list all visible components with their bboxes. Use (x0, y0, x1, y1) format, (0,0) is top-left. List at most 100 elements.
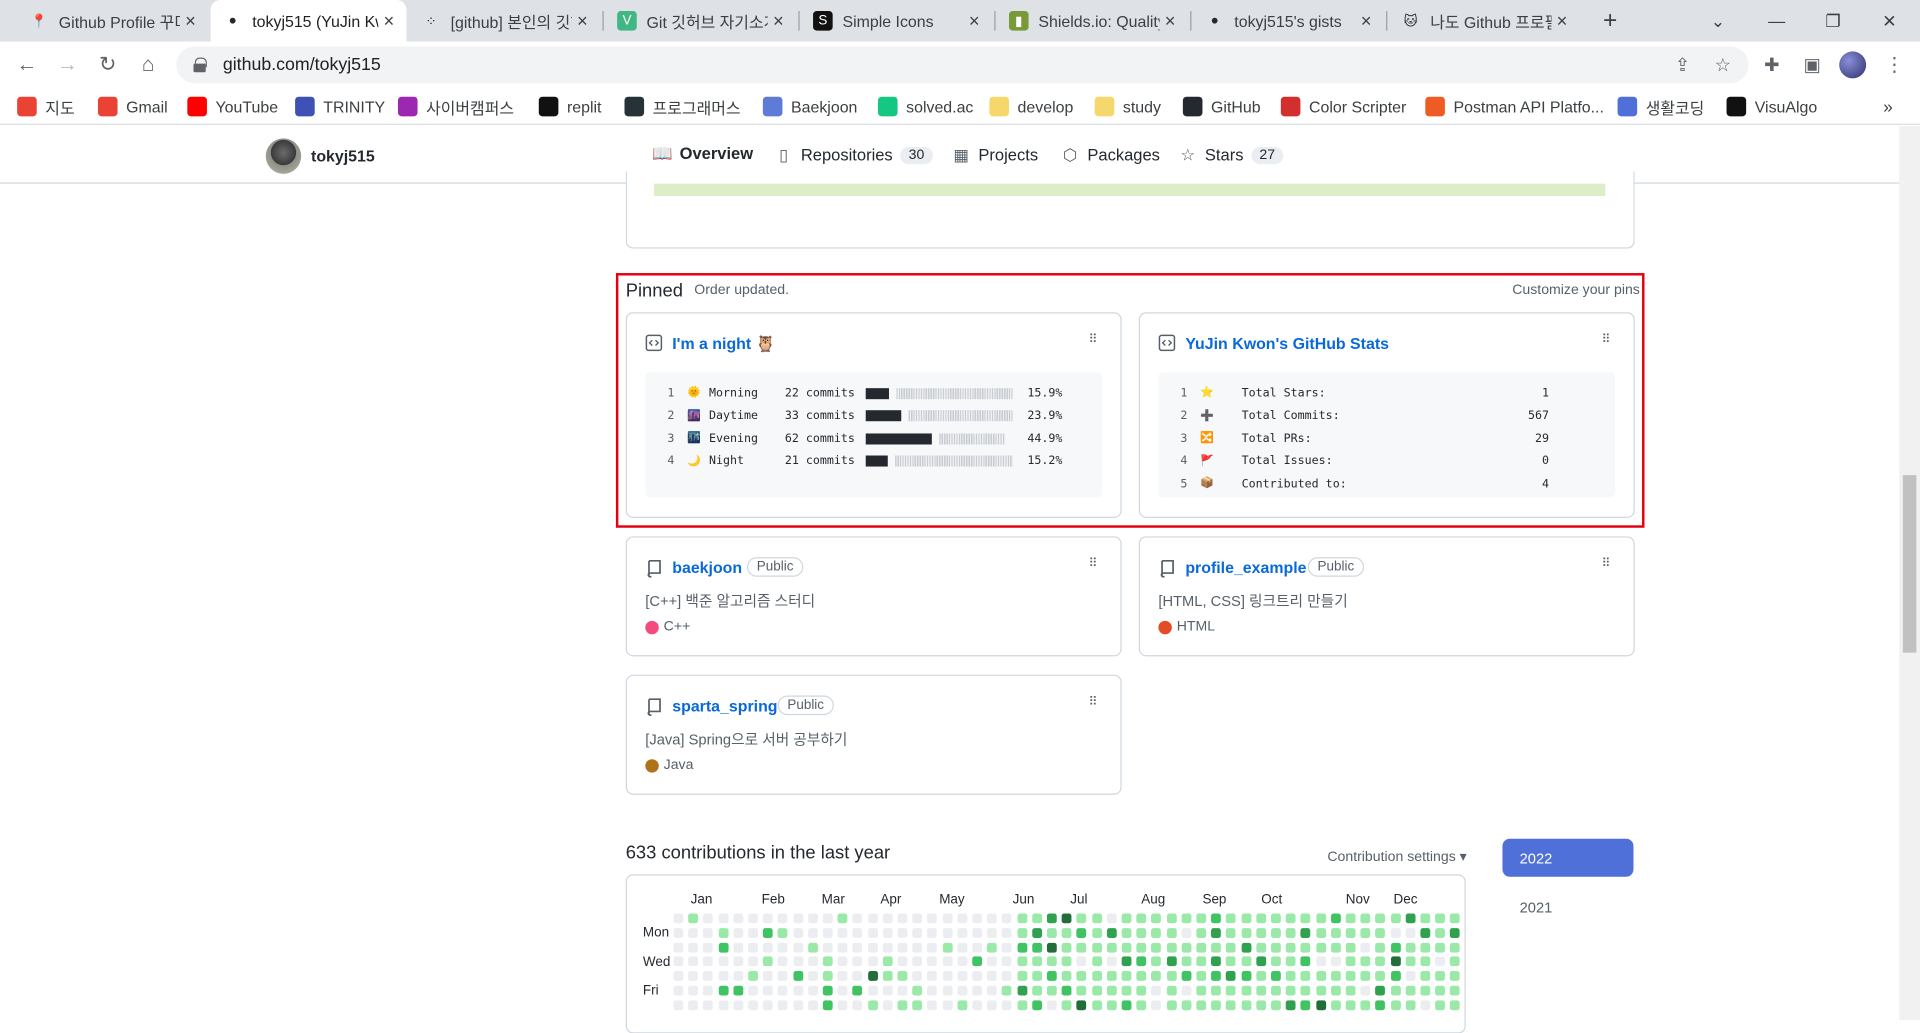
contribution-day-cell[interactable] (1420, 927, 1431, 938)
contribution-day-cell[interactable] (1196, 942, 1207, 953)
contribution-day-cell[interactable] (1121, 971, 1132, 982)
profile-avatar[interactable] (1839, 51, 1867, 79)
contribution-day-cell[interactable] (1091, 971, 1102, 982)
contribution-day-cell[interactable] (897, 942, 908, 953)
contribution-day-cell[interactable] (1285, 971, 1296, 982)
browser-tab[interactable]: ● tokyj515's gists × (1193, 0, 1384, 42)
year-2022-button[interactable]: 2022 (1502, 838, 1634, 877)
contribution-day-cell[interactable] (1136, 913, 1147, 924)
contribution-day-cell[interactable] (1046, 956, 1057, 967)
contribution-day-cell[interactable] (1106, 985, 1117, 996)
contribution-day-cell[interactable] (1256, 913, 1266, 924)
contribution-day-cell[interactable] (1032, 913, 1042, 924)
contribution-day-cell[interactable] (1061, 942, 1072, 953)
contribution-day-cell[interactable] (957, 985, 968, 996)
contribution-day-cell[interactable] (1241, 927, 1251, 938)
contribution-day-cell[interactable] (703, 956, 714, 967)
contribution-day-cell[interactable] (1017, 956, 1027, 967)
contribution-day-cell[interactable] (927, 1000, 938, 1010)
contribution-day-cell[interactable] (897, 956, 908, 967)
contribution-day-cell[interactable] (1330, 942, 1341, 953)
contribution-day-cell[interactable] (1226, 913, 1236, 924)
contribution-day-cell[interactable] (852, 927, 863, 938)
reload-icon[interactable]: ↻ (92, 49, 124, 81)
contribution-day-cell[interactable] (942, 971, 953, 982)
contribution-day-cell[interactable] (867, 942, 878, 953)
contribution-day-cell[interactable] (1032, 942, 1042, 953)
contribution-day-cell[interactable] (1091, 956, 1102, 967)
contribution-day-cell[interactable] (957, 913, 968, 924)
contribution-day-cell[interactable] (733, 942, 744, 953)
contribution-day-cell[interactable] (972, 985, 983, 996)
contribution-settings-button[interactable]: Contribution settings ▾ (1327, 847, 1466, 865)
close-tab-icon[interactable]: × (969, 10, 980, 31)
contribution-day-cell[interactable] (688, 942, 699, 953)
contribution-day-cell[interactable] (912, 971, 923, 982)
contribution-day-cell[interactable] (897, 1000, 908, 1010)
contribution-day-cell[interactable] (882, 927, 893, 938)
repo-name-link[interactable]: baekjoon (672, 558, 742, 576)
contribution-day-cell[interactable] (1061, 913, 1072, 924)
contribution-day-cell[interactable] (1106, 942, 1117, 953)
contribution-day-cell[interactable] (1121, 942, 1132, 953)
contribution-day-cell[interactable] (673, 956, 684, 967)
new-tab-button[interactable]: + (1582, 0, 1638, 42)
contribution-day-cell[interactable] (1076, 985, 1087, 996)
contribution-day-cell[interactable] (867, 956, 878, 967)
contribution-day-cell[interactable] (987, 927, 997, 938)
contribution-day-cell[interactable] (882, 913, 893, 924)
contribution-day-cell[interactable] (1375, 971, 1386, 982)
contribution-day-cell[interactable] (1241, 985, 1251, 996)
contribution-day-cell[interactable] (972, 971, 983, 982)
contribution-day-cell[interactable] (987, 956, 997, 967)
bookmark-item[interactable]: TRINITY (295, 94, 385, 118)
contribution-day-cell[interactable] (897, 927, 908, 938)
contribution-day-cell[interactable] (1435, 1000, 1446, 1010)
contribution-day-cell[interactable] (1181, 956, 1192, 967)
contribution-day-cell[interactable] (1271, 942, 1281, 953)
contribution-day-cell[interactable] (912, 913, 923, 924)
contribution-day-cell[interactable] (1315, 927, 1326, 938)
contribution-day-cell[interactable] (792, 985, 803, 996)
contribution-day-cell[interactable] (927, 956, 938, 967)
contribution-day-cell[interactable] (1121, 985, 1132, 996)
contribution-day-cell[interactable] (778, 971, 788, 982)
contribution-day-cell[interactable] (748, 913, 758, 924)
contribution-day-cell[interactable] (1136, 942, 1147, 953)
drag-handle-icon[interactable]: ⠿ (1089, 558, 1098, 574)
address-bar[interactable]: github.com/tokyj515 (176, 46, 1749, 84)
contribution-day-cell[interactable] (972, 913, 983, 924)
contribution-day-cell[interactable] (688, 971, 699, 982)
contribution-day-cell[interactable] (1271, 971, 1281, 982)
contribution-day-cell[interactable] (972, 942, 983, 953)
contribution-day-cell[interactable] (1226, 985, 1236, 996)
repo-name-link[interactable]: sparta_spring (672, 697, 777, 715)
contribution-day-cell[interactable] (852, 942, 863, 953)
contribution-day-cell[interactable] (1405, 1000, 1416, 1010)
contribution-day-cell[interactable] (1285, 913, 1296, 924)
contribution-day-cell[interactable] (837, 985, 848, 996)
close-tab-icon[interactable]: × (577, 10, 588, 31)
contribution-day-cell[interactable] (1106, 927, 1117, 938)
contribution-day-cell[interactable] (1390, 913, 1401, 924)
contribution-day-cell[interactable] (1450, 985, 1461, 996)
contribution-day-cell[interactable] (1285, 956, 1296, 967)
scrollbar-thumb[interactable] (1902, 475, 1917, 653)
browser-tab[interactable]: ▮ Shields.io: Quality × (997, 0, 1188, 42)
contribution-day-cell[interactable] (703, 971, 714, 982)
contribution-day-cell[interactable] (1106, 913, 1117, 924)
contribution-day-cell[interactable] (1330, 913, 1341, 924)
contribution-day-cell[interactable] (1450, 956, 1461, 967)
contribution-day-cell[interactable] (1435, 913, 1446, 924)
contribution-day-cell[interactable] (1017, 971, 1027, 982)
contribution-day-cell[interactable] (718, 927, 729, 938)
contribution-day-cell[interactable] (1271, 913, 1281, 924)
contribution-day-cell[interactable] (807, 1000, 818, 1010)
contribution-day-cell[interactable] (972, 1000, 983, 1010)
contribution-day-cell[interactable] (1226, 927, 1236, 938)
contribution-day-cell[interactable] (1076, 927, 1087, 938)
contribution-day-cell[interactable] (1017, 942, 1027, 953)
contribution-day-cell[interactable] (1196, 971, 1207, 982)
contribution-day-cell[interactable] (987, 1000, 997, 1010)
contribution-day-cell[interactable] (1002, 985, 1012, 996)
